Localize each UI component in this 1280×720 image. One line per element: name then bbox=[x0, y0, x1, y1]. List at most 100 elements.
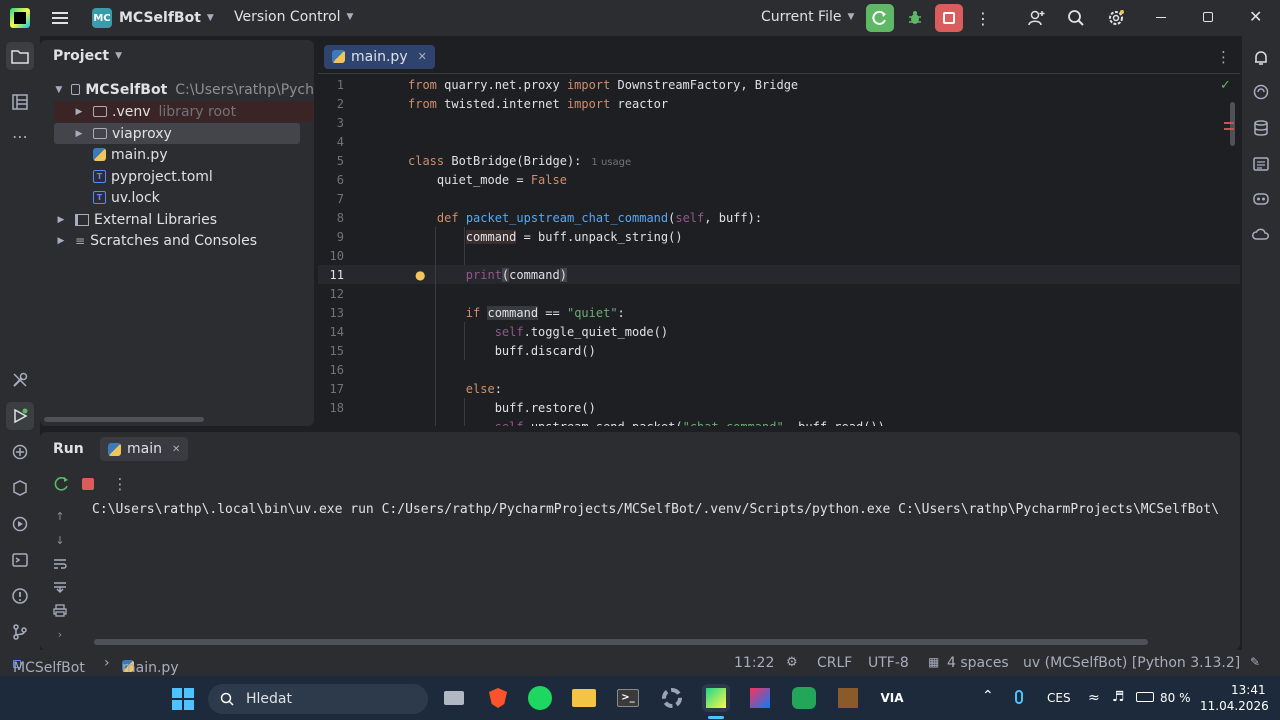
taskbar-search[interactable]: Hledat bbox=[208, 684, 428, 714]
sciview-button[interactable] bbox=[1247, 150, 1275, 178]
horizontal-scrollbar[interactable] bbox=[44, 417, 204, 422]
code-line[interactable]: 12 bbox=[318, 285, 1240, 304]
chevron-right-icon[interactable]: ▶ bbox=[55, 236, 67, 246]
start-button[interactable] bbox=[172, 688, 194, 710]
pycharm-app-icon[interactable] bbox=[702, 684, 730, 712]
indent-setting[interactable]: 4 spaces bbox=[947, 655, 1009, 671]
line-separator[interactable]: CRLF bbox=[817, 655, 852, 671]
scroll-down-icon[interactable]: ↓ bbox=[50, 530, 70, 550]
code-line[interactable]: 16 bbox=[318, 361, 1240, 380]
print-icon[interactable] bbox=[50, 600, 70, 620]
editor-options-button[interactable]: ⋮ bbox=[1216, 48, 1231, 66]
minecraft-app-icon[interactable] bbox=[834, 684, 862, 712]
wifi-icon[interactable]: ≈ bbox=[1088, 690, 1100, 706]
services-button[interactable] bbox=[6, 510, 34, 538]
spotify-icon[interactable] bbox=[526, 684, 554, 712]
copilot-button[interactable] bbox=[1247, 184, 1275, 212]
settings-app-icon[interactable] bbox=[658, 684, 686, 712]
tree-item-main-py[interactable]: main.py bbox=[40, 144, 314, 165]
scroll-up-icon[interactable]: ↑ bbox=[50, 506, 70, 526]
search-button[interactable] bbox=[1062, 4, 1090, 32]
structure-tool-button[interactable] bbox=[6, 88, 34, 116]
code-line[interactable]: 2 from twisted.internet import reactor bbox=[318, 95, 1240, 114]
lock-icon[interactable]: ✎ bbox=[1250, 655, 1260, 669]
code-line[interactable]: 9 command = buff.unpack_string() bbox=[318, 228, 1240, 247]
run-tab-main[interactable]: main ✕ bbox=[100, 437, 189, 461]
code-line[interactable]: 15 buff.discard() bbox=[318, 342, 1240, 361]
code-line[interactable]: 8 def packet_upstream_chat_command(self,… bbox=[318, 209, 1240, 228]
database-button[interactable] bbox=[1247, 114, 1275, 142]
close-tab-icon[interactable]: ✕ bbox=[418, 50, 427, 63]
clock-date[interactable]: 11.04.2026 bbox=[1200, 699, 1269, 713]
tree-item-uv-lock[interactable]: T uv.lock bbox=[40, 187, 314, 208]
code-line[interactable]: 4 bbox=[318, 133, 1240, 152]
file-encoding[interactable]: UTF-8 bbox=[868, 655, 909, 671]
code-line[interactable]: 14 self.toggle_quiet_mode() bbox=[318, 323, 1240, 342]
tray-overflow-icon[interactable]: ⌃ bbox=[982, 688, 994, 704]
code-line[interactable]: 13 if command == "quiet": bbox=[318, 304, 1240, 323]
viaproxy-app-icon[interactable]: VIA bbox=[878, 684, 906, 712]
code-line[interactable]: 6 quiet_mode = False bbox=[318, 171, 1240, 190]
chevron-right-icon[interactable]: ▶ bbox=[73, 129, 85, 139]
pycharm-logo-icon[interactable] bbox=[10, 8, 30, 28]
console-output[interactable]: C:\Users\rathp\.local\bin\uv.exe run C:/… bbox=[92, 502, 1240, 517]
more-actions-button[interactable]: ⋮ bbox=[969, 4, 997, 32]
volume-icon[interactable]: ♬ bbox=[1112, 689, 1125, 705]
add-user-button[interactable] bbox=[1022, 4, 1050, 32]
more-tools-button[interactable]: ⋯ bbox=[6, 122, 34, 150]
discord-app-icon[interactable] bbox=[790, 684, 818, 712]
debug-button[interactable] bbox=[901, 4, 929, 32]
file-explorer-icon[interactable] bbox=[570, 684, 598, 712]
ai-assistant-button[interactable] bbox=[1247, 78, 1275, 106]
soft-wrap-icon[interactable] bbox=[50, 554, 70, 574]
chevron-down-icon[interactable]: ▼ bbox=[55, 85, 63, 95]
tree-item-venv[interactable]: ▶ .venv library root bbox=[54, 101, 314, 122]
settings-button[interactable] bbox=[1102, 4, 1130, 32]
stop-icon[interactable] bbox=[78, 474, 98, 494]
task-view-icon[interactable] bbox=[440, 684, 468, 712]
tree-item-scratches[interactable]: ▶ ≡ Scratches and Consoles bbox=[40, 230, 314, 251]
brave-browser-icon[interactable] bbox=[484, 684, 512, 712]
project-panel-header[interactable]: Project ▼ bbox=[53, 48, 122, 64]
code-line[interactable]: 7 bbox=[318, 190, 1240, 209]
services-tool-button[interactable] bbox=[6, 366, 34, 394]
project-widget[interactable]: MC MCSelfBot ▼ bbox=[92, 8, 214, 28]
vcs-widget[interactable]: Version Control ▼ bbox=[234, 9, 353, 25]
chevron-right-icon[interactable]: › bbox=[50, 624, 70, 644]
run-config-selector[interactable]: Current File ▼ bbox=[761, 9, 854, 25]
chevron-right-icon[interactable]: ▶ bbox=[73, 107, 85, 117]
code-line[interactable]: self.upstream.send_packet("chat_command"… bbox=[318, 418, 1240, 426]
tree-item-viaproxy[interactable]: ▶ viaproxy bbox=[54, 123, 300, 144]
close-window-button[interactable]: ✕ bbox=[1249, 7, 1262, 26]
keyboard-language[interactable]: CES bbox=[1047, 691, 1071, 705]
python-console-button[interactable] bbox=[6, 474, 34, 502]
more-options-icon[interactable]: ⋮ bbox=[110, 474, 130, 494]
editor-tab-main-py[interactable]: main.py ✕ bbox=[324, 44, 435, 69]
tree-item-root[interactable]: ▼ MCSelfBot C:\Users\rathp\Pych bbox=[40, 79, 314, 100]
tree-item-pyproject[interactable]: T pyproject.toml bbox=[40, 166, 314, 187]
git-button[interactable] bbox=[6, 618, 34, 646]
code-line[interactable]: 1 from quarry.net.proxy import Downstream… bbox=[318, 76, 1240, 95]
code-line[interactable]: 18 buff.restore() bbox=[318, 399, 1240, 418]
minimize-button[interactable] bbox=[1156, 17, 1166, 18]
restore-button[interactable] bbox=[1203, 12, 1213, 22]
code-line[interactable]: 5 class BotBridge(Bridge): 1 usage bbox=[318, 152, 1240, 171]
battery-icon[interactable] bbox=[1136, 692, 1154, 702]
microphone-icon[interactable] bbox=[1015, 690, 1023, 704]
clock-time[interactable]: 13:41 bbox=[1231, 683, 1266, 697]
main-menu-button[interactable] bbox=[46, 4, 74, 32]
remote-host-button[interactable] bbox=[1247, 220, 1275, 248]
rerun-icon[interactable] bbox=[52, 474, 72, 494]
intellij-app-icon[interactable] bbox=[746, 684, 774, 712]
close-tab-icon[interactable]: ✕ bbox=[172, 444, 180, 455]
notifications-button[interactable] bbox=[1247, 44, 1275, 72]
rerun-button[interactable] bbox=[866, 4, 894, 32]
scroll-to-end-icon[interactable] bbox=[50, 577, 70, 597]
code-line[interactable]: 3 bbox=[318, 114, 1240, 133]
code-line[interactable]: 11 print(command) bbox=[318, 266, 1240, 285]
terminal-button[interactable] bbox=[6, 546, 34, 574]
code-line[interactable]: 17 else: bbox=[318, 380, 1240, 399]
python-packages-button[interactable] bbox=[6, 438, 34, 466]
caret-position[interactable]: 11:22 bbox=[734, 655, 774, 671]
project-tool-button[interactable] bbox=[6, 42, 34, 70]
